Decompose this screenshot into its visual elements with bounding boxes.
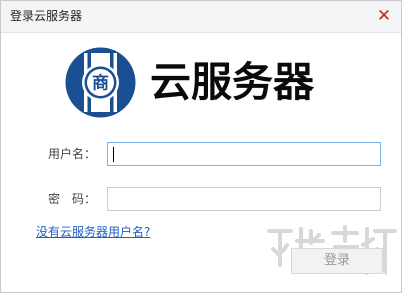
login-button[interactable]: 登录 <box>291 248 383 274</box>
password-input[interactable] <box>107 187 381 211</box>
login-window: 登录云服务器 ✕ 商 云服务器 用户名： 密 码： 没有云服务器用户名? 登录 <box>0 0 402 293</box>
password-label: 密 码： <box>48 192 97 206</box>
close-button[interactable]: ✕ <box>373 6 395 26</box>
brand-logo-icon: 商 <box>65 47 136 118</box>
logo-character: 商 <box>92 73 109 94</box>
close-icon: ✕ <box>376 6 392 26</box>
brand-name: 云服务器 <box>150 58 314 106</box>
text-caret <box>113 147 114 162</box>
window-title: 登录云服务器 <box>10 9 83 23</box>
title-bar: 登录云服务器 ✕ <box>1 1 401 33</box>
username-input[interactable] <box>107 142 381 166</box>
username-label: 用户名： <box>48 147 97 161</box>
no-account-link[interactable]: 没有云服务器用户名? <box>36 223 150 240</box>
